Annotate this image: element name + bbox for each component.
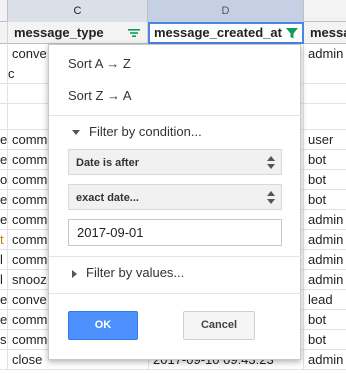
table-cell[interactable]: admin xyxy=(304,210,346,230)
table-cell[interactable] xyxy=(0,64,8,84)
header-label-message-created-at: message_created_at xyxy=(154,25,282,40)
table-cell[interactable]: bot xyxy=(304,190,346,210)
table-cell[interactable]: bot xyxy=(304,150,346,170)
table-cell[interactable]: admin xyxy=(304,270,346,290)
table-cell[interactable]: e xyxy=(0,130,8,150)
filter-by-values-toggle[interactable]: Filter by values... xyxy=(49,259,302,287)
funnel-icon[interactable] xyxy=(285,26,299,40)
table-cell[interactable]: admin xyxy=(304,350,346,370)
cancel-button[interactable]: Cancel xyxy=(183,311,255,340)
divider xyxy=(49,115,302,116)
table-cell[interactable]: bot xyxy=(304,310,346,330)
triangle-down-icon xyxy=(72,130,80,136)
ok-button[interactable]: OK xyxy=(68,311,138,340)
column-letter-c[interactable]: C xyxy=(8,0,148,22)
table-cell[interactable]: user xyxy=(304,130,346,150)
table-cell[interactable]: s xyxy=(0,330,8,350)
date-type-select-value: exact date... xyxy=(76,192,139,204)
header-cell-e[interactable]: messa xyxy=(304,22,346,44)
sort-a-z-item[interactable]: Sort A → Z xyxy=(49,49,302,79)
table-cell[interactable] xyxy=(304,64,346,84)
column-letter-e[interactable] xyxy=(304,0,346,22)
header-cell-b[interactable] xyxy=(0,22,8,44)
table-cell[interactable]: e xyxy=(0,150,8,170)
up-down-arrows-icon xyxy=(267,156,275,169)
filter-popup: Sort A → Z Sort Z → A Filter by conditio… xyxy=(48,44,302,360)
filter-lines-icon[interactable] xyxy=(127,26,141,40)
header-row: message_type message_created_at messa xyxy=(0,22,346,44)
condition-select[interactable]: Date is after xyxy=(68,149,282,175)
condition-select-value: Date is after xyxy=(76,157,139,169)
table-cell[interactable] xyxy=(0,84,8,104)
divider xyxy=(49,256,302,257)
table-cell[interactable]: t xyxy=(0,230,8,250)
up-down-arrows-icon xyxy=(267,191,275,204)
table-cell[interactable]: e xyxy=(0,190,8,210)
table-cell[interactable] xyxy=(304,104,346,130)
table-cell[interactable]: l xyxy=(0,270,8,290)
table-cell[interactable] xyxy=(0,104,8,130)
divider xyxy=(49,293,302,294)
table-cell[interactable]: e xyxy=(0,210,8,230)
column-letters-bar: C D xyxy=(0,0,346,22)
filter-by-values-label: Filter by values... xyxy=(86,265,185,280)
table-cell[interactable]: e xyxy=(0,290,8,310)
sort-z-a-item[interactable]: Sort Z → A xyxy=(49,81,302,111)
table-cell[interactable]: admin xyxy=(304,230,346,250)
table-cell[interactable] xyxy=(304,84,346,104)
table-cell[interactable]: l xyxy=(0,250,8,270)
column-letter-b[interactable] xyxy=(0,0,8,22)
filter-by-condition-toggle[interactable]: Filter by condition... xyxy=(49,118,302,146)
table-cell[interactable]: e xyxy=(0,310,8,330)
table-cell[interactable]: bot xyxy=(304,170,346,190)
column-letter-d[interactable]: D xyxy=(148,0,304,22)
table-cell[interactable]: o xyxy=(0,170,8,190)
header-label-message-type: message_type xyxy=(14,25,104,40)
triangle-right-icon xyxy=(72,269,77,278)
table-cell[interactable]: bot xyxy=(304,330,346,350)
header-cell-message-created-at[interactable]: message_created_at xyxy=(148,22,304,44)
header-cell-message-type[interactable]: message_type xyxy=(8,22,148,44)
table-cell[interactable] xyxy=(0,350,8,370)
date-type-select[interactable]: exact date... xyxy=(68,184,282,210)
date-value-input[interactable] xyxy=(68,219,282,246)
filter-by-condition-label: Filter by condition... xyxy=(89,124,202,139)
table-cell[interactable]: lead xyxy=(304,290,346,310)
table-cell[interactable]: admin xyxy=(304,250,346,270)
